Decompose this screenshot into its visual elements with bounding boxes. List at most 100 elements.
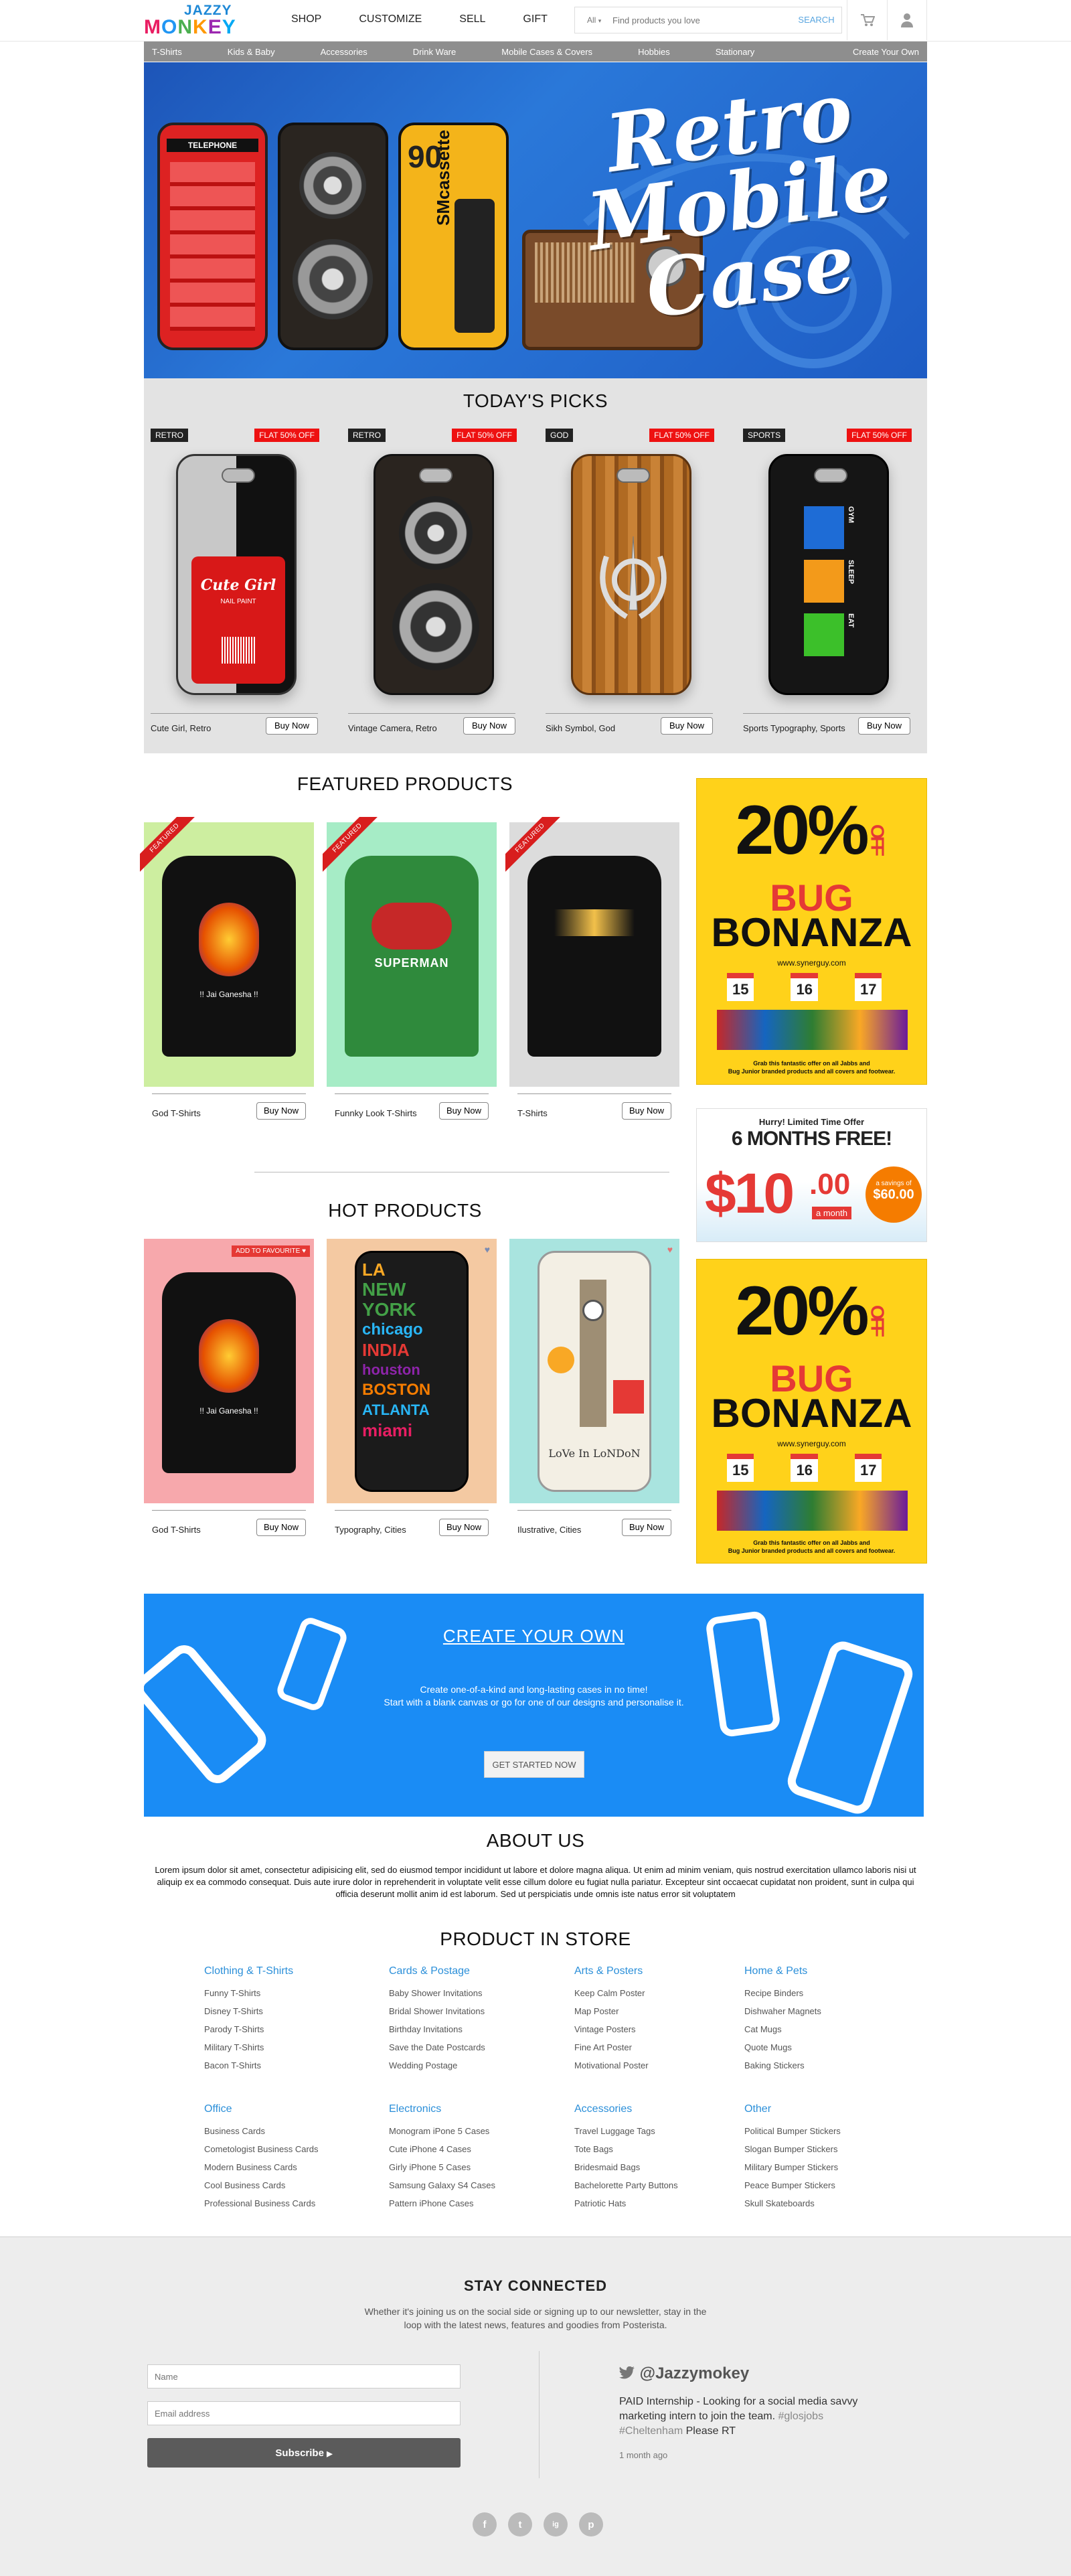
nav-customize[interactable]: CUSTOMIZE (359, 13, 422, 25)
product-image[interactable]: !! Jai Ganesha !! ADD TO FAVOURITE ♥ (144, 1239, 314, 1503)
store-column-heading[interactable]: Electronics (389, 2103, 495, 2115)
store-link[interactable]: Tote Bags (574, 2140, 678, 2158)
twitter-handle[interactable]: @Jazzymokey (619, 2364, 749, 2383)
logo[interactable]: JAZZY MONKEY (144, 3, 244, 38)
category-tshirts[interactable]: T-Shirts (144, 47, 182, 57)
product-label[interactable]: Vintage Camera, Retro (348, 723, 437, 733)
nav-shop[interactable]: SHOP (291, 13, 321, 25)
ad-bug-bonanza[interactable]: 20%OFF BUG BONANZA www.synerguy.com 15 1… (696, 1259, 927, 1564)
product-image[interactable] (374, 454, 494, 695)
product-label[interactable]: God T-Shirts (152, 1108, 201, 1118)
store-column-heading[interactable]: Home & Pets (744, 1965, 821, 1977)
store-link[interactable]: Vintage Posters (574, 2020, 649, 2038)
store-link[interactable]: Recipe Binders (744, 1984, 821, 2002)
hero-banner[interactable]: TELEPHONE 90 SMcassette Retro Mobile Cas… (144, 62, 927, 378)
search-input[interactable] (612, 13, 793, 27)
ad-six-months-free[interactable]: Hurry! Limited Time Offer 6 MONTHS FREE!… (696, 1108, 927, 1242)
store-link[interactable]: Bachelorette Party Buttons (574, 2176, 678, 2194)
ad-bug-bonanza[interactable]: 20%OFF BUG BONANZA www.synerguy.com 15 1… (696, 778, 927, 1085)
buy-now-button[interactable]: Buy Now (622, 1519, 671, 1536)
store-column-heading[interactable]: Arts & Posters (574, 1965, 649, 1977)
store-link[interactable]: Map Poster (574, 2002, 649, 2020)
subscribe-button[interactable]: Subscribe ▶ (147, 2438, 461, 2468)
store-link[interactable]: Parody T-Shirts (204, 2020, 293, 2038)
category-stationary[interactable]: Stationary (708, 47, 755, 57)
tweet-hashtag[interactable]: #Cheltenham (619, 2425, 683, 2437)
buy-now-button[interactable]: Buy Now (439, 1519, 489, 1536)
store-link[interactable]: Bridesmaid Bags (574, 2158, 678, 2176)
product-label[interactable]: Sikh Symbol, God (546, 723, 615, 733)
add-to-favourite-button[interactable]: ADD TO FAVOURITE ♥ (232, 1245, 310, 1257)
store-link[interactable]: Motivational Poster (574, 2056, 649, 2074)
search-scope[interactable]: All ▾ (587, 15, 601, 25)
store-link[interactable]: Save the Date Postcards (389, 2038, 485, 2056)
nav-sell[interactable]: SELL (459, 13, 485, 25)
product-image[interactable]: Cute Girl NAIL PAINT (176, 454, 297, 695)
twitter-social-icon[interactable]: t (508, 2512, 532, 2536)
store-link[interactable]: Military Bumper Stickers (744, 2158, 841, 2176)
store-link[interactable]: Quote Mugs (744, 2038, 821, 2056)
product-image[interactable]: LoVe In LoNDoN ♥ (509, 1239, 679, 1503)
store-link[interactable]: Bacon T-Shirts (204, 2056, 293, 2074)
featured-card[interactable]: FEATURED T-Shirts Buy Now (505, 817, 679, 1134)
featured-card[interactable]: SUPERMAN FEATURED Funnky Look T-Shirts B… (323, 817, 497, 1134)
search-button[interactable]: SEARCH (791, 7, 841, 33)
store-link[interactable]: Keep Calm Poster (574, 1984, 649, 2002)
favourite-icon[interactable]: ♥ (485, 1244, 490, 1255)
store-link[interactable]: Samsung Galaxy S4 Cases (389, 2176, 495, 2194)
nav-gift[interactable]: GIFT (523, 13, 547, 25)
product-image[interactable] (571, 454, 691, 695)
buy-now-button[interactable]: Buy Now (256, 1519, 306, 1536)
product-label[interactable]: Ilustrative, Cities (517, 1525, 581, 1535)
product-image[interactable]: GYM SLEEP EAT (768, 454, 889, 695)
product-label[interactable]: Typography, Cities (335, 1525, 406, 1535)
store-link[interactable]: Disney T-Shirts (204, 2002, 293, 2020)
store-column-heading[interactable]: Office (204, 2103, 319, 2115)
pinterest-icon[interactable]: p (579, 2512, 603, 2536)
store-link[interactable]: Baby Shower Invitations (389, 1984, 485, 2002)
pick-card[interactable]: RETRO FLAT 50% OFF Vintage Camera, Retro… (341, 429, 522, 743)
tweet-hashtag[interactable]: #glosjobs (778, 2411, 823, 2422)
pick-card[interactable]: RETRO FLAT 50% OFF Cute Girl NAIL PAINT … (144, 429, 325, 743)
store-link[interactable]: Baking Stickers (744, 2056, 821, 2074)
buy-now-button[interactable]: Buy Now (439, 1102, 489, 1120)
category-accessories[interactable]: Accessories (313, 47, 367, 57)
store-link[interactable]: Cool Business Cards (204, 2176, 319, 2194)
store-link[interactable]: Bridal Shower Invitations (389, 2002, 485, 2020)
get-started-button[interactable]: GET STARTED NOW (484, 1751, 584, 1778)
facebook-icon[interactable]: f (473, 2512, 497, 2536)
featured-card[interactable]: !! Jai Ganesha !! FEATURED God T-Shirts … (140, 817, 314, 1134)
store-column-heading[interactable]: Clothing & T-Shirts (204, 1965, 293, 1977)
buy-now-button[interactable]: Buy Now (266, 717, 318, 735)
store-link[interactable]: Cat Mugs (744, 2020, 821, 2038)
email-input[interactable] (147, 2401, 461, 2425)
store-link[interactable]: Fine Art Poster (574, 2038, 649, 2056)
instagram-icon[interactable]: ig (544, 2512, 568, 2536)
hot-card[interactable]: !! Jai Ganesha !! ADD TO FAVOURITE ♥ God… (144, 1239, 314, 1550)
store-link[interactable]: Modern Business Cards (204, 2158, 319, 2176)
buy-now-button[interactable]: Buy Now (661, 717, 713, 735)
store-link[interactable]: Birthday Invitations (389, 2020, 485, 2038)
store-column-heading[interactable]: Other (744, 2103, 841, 2115)
store-link[interactable]: Slogan Bumper Stickers (744, 2140, 841, 2158)
store-link[interactable]: Skull Skateboards (744, 2194, 841, 2212)
store-link[interactable]: Pattern iPhone Cases (389, 2194, 495, 2212)
store-link[interactable]: Military T-Shirts (204, 2038, 293, 2056)
category-kids-baby[interactable]: Kids & Baby (220, 47, 275, 57)
store-link[interactable]: Patriotic Hats (574, 2194, 678, 2212)
favourite-icon[interactable]: ♥ (667, 1244, 673, 1255)
name-input[interactable] (147, 2364, 461, 2389)
store-link[interactable]: Wedding Postage (389, 2056, 485, 2074)
hot-card[interactable]: LoVe In LoNDoN ♥ Ilustrative, Cities Buy… (509, 1239, 679, 1550)
buy-now-button[interactable]: Buy Now (858, 717, 910, 735)
product-label[interactable]: T-Shirts (517, 1108, 548, 1118)
store-link[interactable]: Travel Luggage Tags (574, 2122, 678, 2140)
category-hobbies[interactable]: Hobbies (630, 47, 670, 57)
store-link[interactable]: Girly iPhone 5 Cases (389, 2158, 495, 2176)
store-link[interactable]: Political Bumper Stickers (744, 2122, 841, 2140)
account-button[interactable] (887, 0, 927, 40)
pick-card[interactable]: GOD FLAT 50% OFF Sikh Symbol, God Buy No… (539, 429, 720, 743)
category-drink-ware[interactable]: Drink Ware (405, 47, 457, 57)
hot-card[interactable]: LA NEW YORK chicago INDIA houston BOSTON… (327, 1239, 497, 1550)
product-label[interactable]: Cute Girl, Retro (151, 723, 211, 733)
